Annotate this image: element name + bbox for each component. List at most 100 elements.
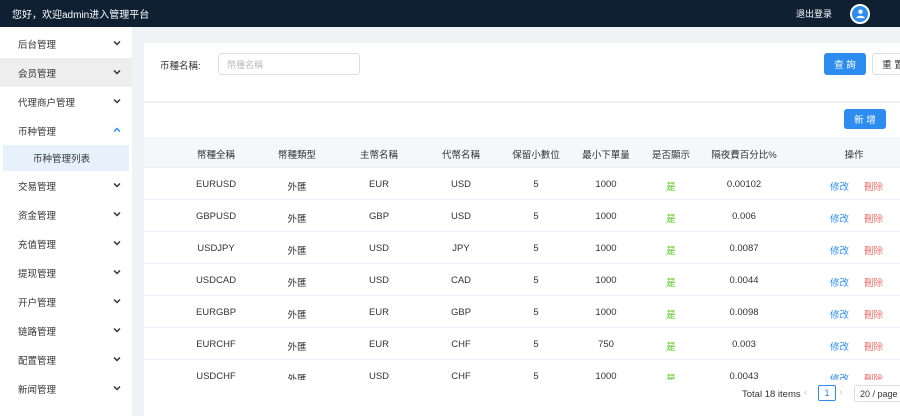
sidebar-item-members[interactable]: 会员管理 (0, 58, 132, 87)
edit-link[interactable]: 修改 (830, 275, 849, 289)
cell-full-name: EURUSD (195, 179, 237, 190)
sidebar-item-news[interactable]: 新闻管理 (0, 374, 132, 403)
cell-show: 是 (666, 342, 676, 353)
table-row: USDCHF 外匯 USD CHF 5 1000 是 0.0043 修改 刪除 (144, 360, 900, 380)
sidebar-item-agents[interactable]: 代理商户管理 (0, 87, 132, 116)
cell-show: 是 (666, 182, 676, 193)
cell-decimals: 5 (533, 275, 539, 286)
query-button[interactable]: 查 詢 (824, 53, 866, 75)
cell-token: USD (450, 179, 472, 190)
search-label: 币種名稱: (160, 61, 201, 72)
edit-link[interactable]: 修改 (830, 339, 849, 353)
cell-min: 1000 (595, 243, 617, 254)
chevron-right-icon[interactable]: › (839, 387, 842, 398)
edit-link[interactable]: 修改 (830, 371, 849, 380)
sidebar-item-label: 配置管理 (18, 355, 57, 367)
delete-link[interactable]: 刪除 (864, 371, 883, 380)
chevron-down-icon (113, 211, 121, 217)
cell-token: CHF (451, 371, 471, 380)
sidebar-item-label: 交易管理 (18, 181, 57, 193)
cell-full-name: EURGBP (195, 307, 237, 318)
cell-main: EUR (368, 339, 390, 350)
sidebar-item-account-open[interactable]: 开户管理 (0, 287, 132, 316)
delete-link[interactable]: 刪除 (864, 179, 883, 193)
cell-fee: 0.0087 (729, 243, 759, 254)
cell-fee: 0.003 (732, 339, 756, 350)
cell-token: GBP (450, 307, 472, 318)
sidebar-subitem-currency-list[interactable]: 币种管理列表 (3, 145, 129, 171)
column-header: 隔夜費百分比% (711, 150, 777, 161)
sidebar-item-withdraw[interactable]: 提现管理 (0, 258, 132, 287)
logout-link[interactable]: 退出登录 (796, 7, 832, 20)
edit-link[interactable]: 修改 (830, 179, 849, 193)
column-header: 是否顯示 (651, 150, 690, 161)
cell-decimals: 5 (533, 307, 539, 318)
sidebar-item-label: 代理商户管理 (18, 97, 76, 109)
delete-link[interactable]: 刪除 (864, 275, 883, 289)
chevron-down-icon (113, 40, 121, 46)
edit-link[interactable]: 修改 (830, 243, 849, 257)
sidebar-item-label: 开户管理 (18, 297, 57, 309)
cell-min: 1000 (595, 307, 617, 318)
sidebar-item-funds[interactable]: 资金管理 (0, 200, 132, 229)
sidebar-item-trade[interactable]: 交易管理 (0, 171, 132, 200)
search-panel: 币種名稱: 幣種名稱 查 詢 重 置 (144, 43, 900, 101)
edit-link[interactable]: 修改 (830, 211, 849, 225)
cell-main: USD (368, 371, 390, 380)
cell-fee: 0.006 (732, 211, 756, 222)
currency-name-input[interactable]: 幣種名稱 (218, 53, 360, 75)
sidebar-item-deposit[interactable]: 充值管理 (0, 229, 132, 258)
table-panel: 新 增 幣種全稱 幣種類型 主幣名稱 代幣名稱 保留小數位 最小下單量 是否顯示… (144, 103, 900, 416)
cell-decimals: 5 (533, 339, 539, 350)
pagination-total: Total 18 items (742, 389, 801, 400)
pagination-page-1[interactable]: 1 (818, 385, 836, 401)
user-avatar-icon[interactable] (850, 3, 870, 24)
sidebar-item-backend[interactable]: 后台管理 (0, 29, 132, 58)
welcome-text: 您好，欢迎admin进入管理平台 (12, 10, 150, 21)
column-header: 幣種全稱 (196, 150, 235, 161)
top-bar: 您好，欢迎admin进入管理平台 退出登录 (0, 0, 900, 27)
chevron-down-icon (113, 182, 121, 188)
chevron-down-icon (113, 327, 121, 333)
cell-full-name: USDCAD (195, 275, 237, 286)
sidebar-item-links[interactable]: 链路管理 (0, 316, 132, 345)
delete-link[interactable]: 刪除 (864, 243, 883, 257)
cell-type: 外匯 (287, 246, 307, 257)
cell-full-name: GBPUSD (195, 211, 237, 222)
delete-link[interactable]: 刪除 (864, 211, 883, 225)
column-header: 代幣名稱 (441, 150, 480, 161)
table-row: USDCAD 外匯 USD CAD 5 1000 是 0.0044 修改 刪除 (144, 264, 900, 296)
cell-token: JPY (452, 243, 470, 254)
cell-main: EUR (368, 307, 390, 318)
cell-fee: 0.0098 (729, 307, 759, 318)
delete-link[interactable]: 刪除 (864, 339, 883, 353)
column-header: 保留小數位 (512, 150, 560, 161)
main-content: 币種名稱: 幣種名稱 查 詢 重 置 新 增 幣種全稱 幣種類型 主幣名稱 代幣… (132, 27, 900, 416)
chevron-down-icon (113, 240, 121, 246)
sidebar-item-config[interactable]: 配置管理 (0, 345, 132, 374)
cell-main: EUR (368, 179, 390, 190)
table-row: EURCHF 外匯 EUR CHF 5 750 是 0.003 修改 刪除 (144, 328, 900, 360)
cell-type: 外匯 (287, 182, 307, 193)
sidebar-item-label: 会员管理 (18, 68, 57, 80)
chevron-down-icon (113, 298, 121, 304)
sidebar-item-label: 新闻管理 (18, 384, 57, 396)
chevron-up-icon (113, 127, 121, 133)
cell-token: CHF (451, 339, 471, 350)
add-button[interactable]: 新 增 (844, 109, 886, 129)
cell-fee: 0.00102 (726, 179, 762, 190)
edit-link[interactable]: 修改 (830, 307, 849, 321)
chevron-left-icon[interactable]: ‹ (804, 387, 807, 398)
delete-link[interactable]: 刪除 (864, 307, 883, 321)
sidebar-item-currency[interactable]: 币种管理 (0, 116, 132, 145)
cell-show: 是 (666, 214, 676, 225)
cell-type: 外匯 (287, 278, 307, 289)
search-placeholder: 幣種名稱 (227, 59, 264, 70)
cell-type: 外匯 (287, 310, 307, 321)
page-size-select[interactable]: 20 / page (854, 385, 900, 402)
sidebar-item-label: 币种管理 (18, 126, 57, 138)
reset-button[interactable]: 重 置 (872, 53, 900, 75)
column-header: 最小下單量 (582, 150, 630, 161)
table-header: 幣種全稱 幣種類型 主幣名稱 代幣名稱 保留小數位 最小下單量 是否顯示 隔夜費… (144, 137, 900, 168)
sidebar-item-label: 提现管理 (18, 268, 57, 280)
